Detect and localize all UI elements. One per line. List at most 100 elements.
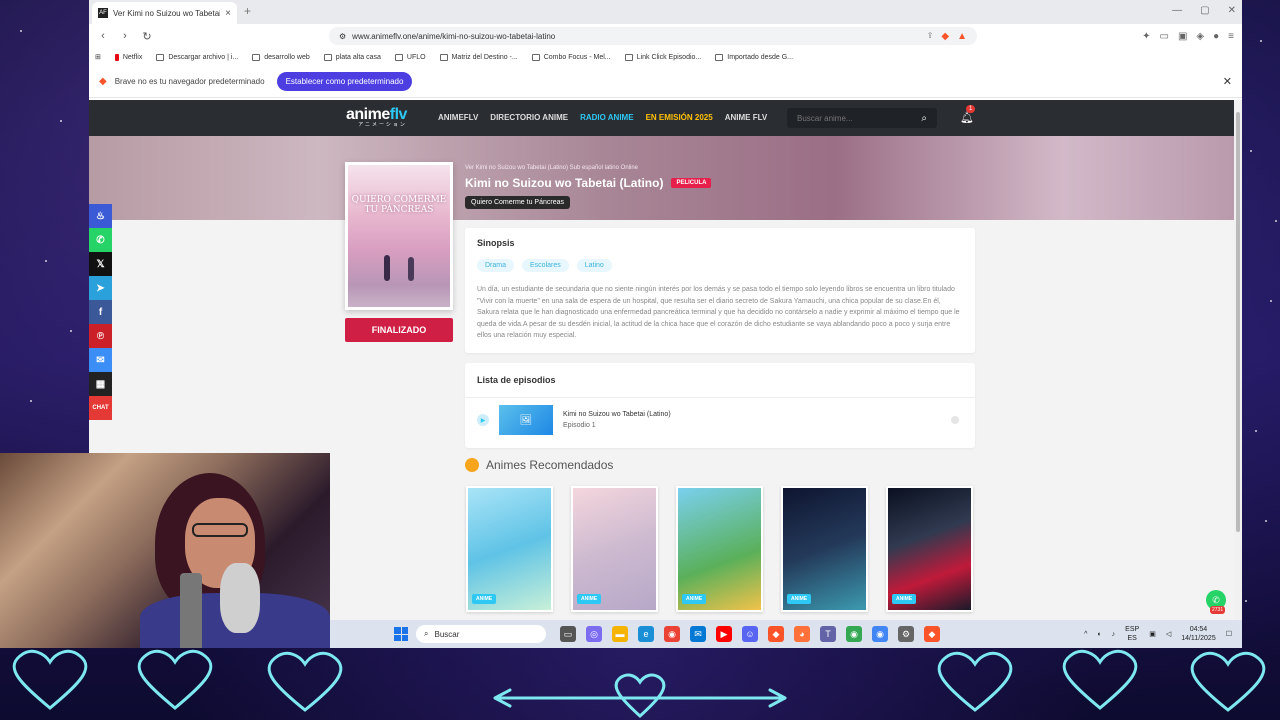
copilot-icon[interactable]: ◎ <box>586 626 602 642</box>
wallet-icon[interactable]: ▣ <box>1178 31 1187 42</box>
recommended-card[interactable]: ANIME <box>781 486 868 612</box>
bookmark-item[interactable]: Combo Focus - Mel... <box>531 53 611 61</box>
status-button[interactable]: FINALIZADO <box>345 318 453 342</box>
fire-icon[interactable]: ♨ <box>89 204 112 228</box>
close-tab-icon[interactable]: × <box>225 8 231 19</box>
bookmark-item[interactable]: Matriz del Destino -... <box>439 53 518 61</box>
vpn-icon[interactable]: ◈ <box>1196 31 1204 42</box>
nav-directorio[interactable]: DIRECTORIO ANIME <box>490 113 568 122</box>
forward-icon[interactable]: › <box>119 30 131 42</box>
microphone-icon[interactable]: ♪ <box>1112 631 1116 638</box>
minimize-icon[interactable]: — <box>1172 5 1182 16</box>
chrome-icon[interactable]: ◉ <box>664 626 680 642</box>
folder-icon <box>715 53 724 61</box>
site-logo[interactable]: animeflv アニメーション <box>346 106 407 128</box>
outlook-icon[interactable]: ✉ <box>690 626 706 642</box>
back-icon[interactable]: ‹ <box>97 30 109 42</box>
file-explorer-icon[interactable]: ▬ <box>612 626 628 642</box>
facebook-icon[interactable]: f <box>89 300 112 324</box>
display-icon[interactable]: ▣ <box>1149 630 1156 638</box>
star <box>70 330 72 332</box>
recommended-card[interactable]: ANIME <box>886 486 973 612</box>
clock[interactable]: 04:54 14/11/2025 <box>1181 625 1216 643</box>
telegram-icon[interactable]: ➤ <box>89 276 112 300</box>
nav-anime-flv[interactable]: ANIME FLV <box>725 113 768 122</box>
teams-icon[interactable]: T <box>820 626 836 642</box>
recommended-card[interactable]: ANIME <box>571 486 658 612</box>
bookmark-item[interactable]: desarrollo web <box>252 53 310 61</box>
profile-icon[interactable]: ● <box>1213 31 1219 42</box>
maximize-icon[interactable]: ▢ <box>1200 5 1209 16</box>
url-bar[interactable]: ⚙ www.animeflv.one/anime/kimi-no-suizou-… <box>329 27 977 45</box>
qr-icon[interactable]: ▦ <box>89 372 112 396</box>
extensions-icon[interactable]: ✦ <box>1142 31 1150 42</box>
bookmark-item[interactable]: UFLO <box>394 53 426 61</box>
bookmark-item[interactable]: Netflix <box>114 53 143 61</box>
recommended-card[interactable]: ANIME <box>466 486 553 612</box>
notification-badge: 1 <box>966 105 976 113</box>
bookmark-label: Netflix <box>122 53 143 61</box>
nav-emision[interactable]: EN EMISIÓN 2025 <box>646 113 713 122</box>
bell-icon[interactable]: 🔔︎ 1 <box>960 105 976 124</box>
pinterest-icon[interactable]: ℗ <box>89 324 112 348</box>
chat-button[interactable]: CHAT <box>89 396 112 420</box>
bookmark-item[interactable]: Link Click Episodio... <box>624 53 701 61</box>
watched-indicator[interactable] <box>951 416 959 424</box>
youtube-icon[interactable]: ▶ <box>716 626 732 642</box>
chevron-up-icon[interactable]: ^ <box>1084 631 1087 638</box>
brave-rewards-icon[interactable]: ▲ <box>957 31 967 42</box>
x-icon[interactable]: 𝕏 <box>89 252 112 276</box>
taskbar-search[interactable]: ⌕ Buscar <box>416 625 546 643</box>
messenger-icon[interactable]: ✉ <box>89 348 112 372</box>
notifications-icon[interactable]: ☐ <box>1226 630 1232 638</box>
scrollbar-thumb[interactable] <box>1236 112 1240 532</box>
search-icon[interactable]: ⌕ <box>921 113 927 124</box>
edge-icon[interactable]: e <box>638 626 654 642</box>
genre-tag[interactable]: Drama <box>477 259 515 272</box>
episode-row[interactable]: ▶ 🖼︎ Kimi no Suizou wo Tabetai (Latino) … <box>477 405 963 435</box>
active-tab[interactable]: AF Ver Kimi no Suizou wo Tabetai (L × <box>92 2 237 24</box>
recommended-card[interactable]: ANIME <box>676 486 763 612</box>
menu-icon[interactable]: ≡ <box>1228 31 1234 42</box>
heart-icon <box>137 649 213 710</box>
bookmark-item[interactable]: plata alta casa <box>323 53 381 61</box>
search-input[interactable] <box>797 113 922 123</box>
brave-profile-icon[interactable]: ◆ <box>924 626 940 642</box>
site-info-icon[interactable]: ⚙ <box>339 32 346 41</box>
share-icon[interactable]: ⇪ <box>927 31 934 42</box>
apps-icon[interactable]: ⊞ <box>95 53 101 61</box>
sidebar-icon[interactable]: ▭ <box>1160 31 1169 42</box>
genre-tag[interactable]: Latino <box>576 259 612 272</box>
page-scrollbar[interactable] <box>1234 100 1242 620</box>
bookmark-item[interactable]: Descargar archivo | i... <box>156 53 238 61</box>
bookmark-label: UFLO <box>406 53 426 61</box>
set-default-button[interactable]: Establecer como predeterminado <box>276 72 413 91</box>
brave-icon[interactable]: ◆ <box>768 626 784 642</box>
firefox-icon[interactable]: ◕ <box>794 626 810 642</box>
new-tab-icon[interactable]: + <box>244 4 251 18</box>
task-view-icon[interactable]: ▭ <box>560 626 576 642</box>
recommended-header: Animes Recomendados <box>465 458 613 472</box>
network-icon[interactable]: ◐ <box>1097 631 1101 638</box>
bookmarks-bar: ⊞ Netflix Descargar archivo | i... desarro… <box>89 48 1242 66</box>
chrome-profile-icon[interactable]: ◉ <box>846 626 862 642</box>
bookmark-icon <box>624 53 633 61</box>
close-window-icon[interactable]: ✕ <box>1228 5 1236 16</box>
genre-tag[interactable]: Escolares <box>522 259 569 272</box>
close-infobar-icon[interactable]: ✕ <box>1223 75 1232 88</box>
brave-shields-icon[interactable]: ◆ <box>941 31 949 42</box>
discord-icon[interactable]: ☺ <box>742 626 758 642</box>
reload-icon[interactable]: ↻ <box>141 30 153 43</box>
whatsapp-icon[interactable]: ✆ <box>89 228 112 252</box>
nav-animeflv[interactable]: ANIMEFLV <box>438 113 478 122</box>
bookmark-item[interactable]: Importado desde G... <box>715 53 793 61</box>
play-icon[interactable]: ▶ <box>477 414 489 426</box>
nav-radio[interactable]: RADIO ANIME <box>580 113 633 122</box>
settings-icon[interactable]: ⚙ <box>898 626 914 642</box>
chrome-profile-icon[interactable]: ◉ <box>872 626 888 642</box>
heart-icon <box>937 651 1013 712</box>
volume-icon[interactable]: ◁ <box>1166 630 1171 638</box>
windows-start-icon[interactable] <box>394 627 408 641</box>
language-indicator[interactable]: ESP ES <box>1125 625 1139 643</box>
episode-thumbnail[interactable]: 🖼︎ <box>499 405 553 435</box>
